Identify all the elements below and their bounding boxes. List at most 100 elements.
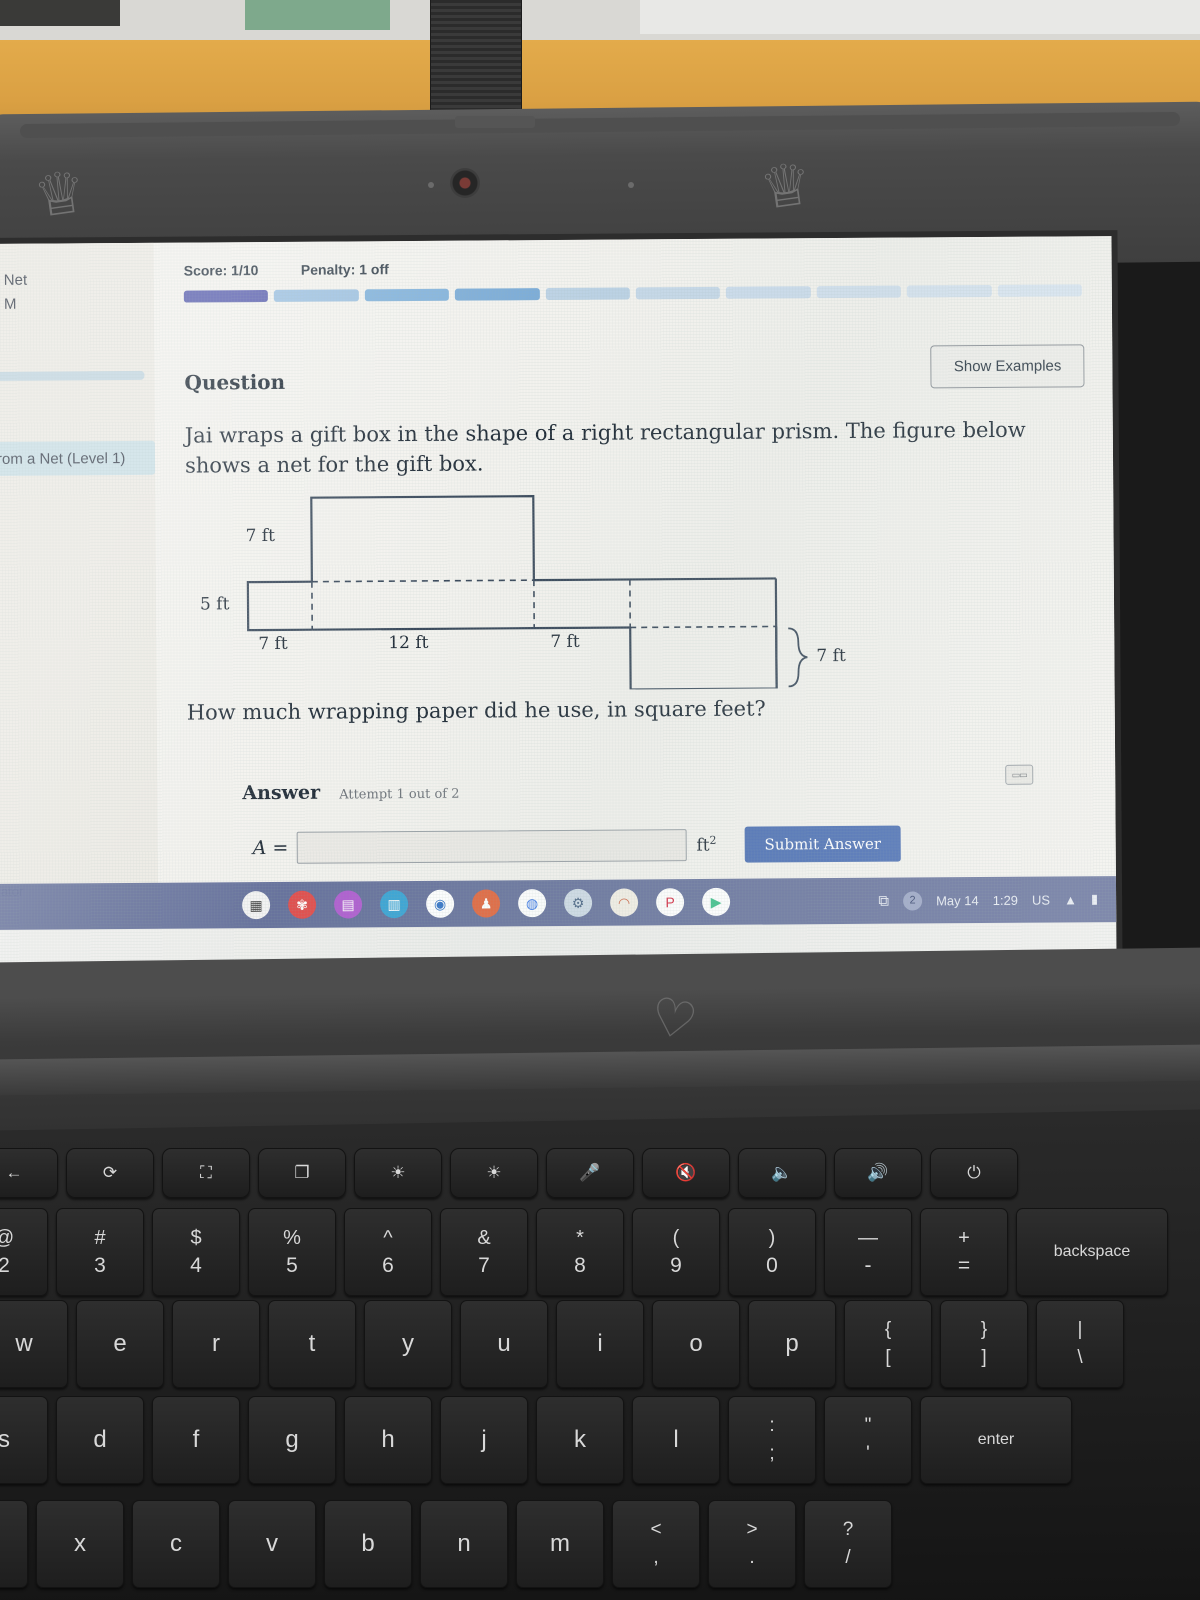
key-y[interactable]: y xyxy=(364,1300,452,1388)
brightness-down-key[interactable]: ☀ xyxy=(354,1148,442,1198)
key-5[interactable]: % 5 xyxy=(248,1208,336,1296)
chrome-icon[interactable]: ◍ xyxy=(518,889,547,918)
key-f[interactable]: f xyxy=(152,1396,240,1484)
tray-locale[interactable]: US xyxy=(1032,892,1050,907)
progress-segment-9 xyxy=(907,284,992,298)
key-g[interactable]: g xyxy=(248,1396,336,1484)
camera-app-icon[interactable]: ◉ xyxy=(426,889,455,918)
progress-segment-5 xyxy=(545,287,630,301)
key-3[interactable]: #3 xyxy=(56,1208,144,1296)
key-p[interactable]: p xyxy=(748,1300,836,1388)
app-launcher-icon[interactable]: ▦ xyxy=(242,890,271,920)
wifi-icon[interactable]: ▲ xyxy=(1064,892,1077,907)
key-i[interactable]: i xyxy=(556,1300,644,1388)
notification-badge[interactable]: 2 xyxy=(902,890,923,911)
score-row: Score: 1/10 Penalty: 1 off xyxy=(184,256,1089,280)
battery-icon[interactable]: ▮ xyxy=(1091,891,1098,907)
net-figure: 7 ft 5 ft 7 ft 12 ft 7 ft 7 ft xyxy=(200,478,876,693)
key-<[interactable]: <, xyxy=(612,1500,700,1588)
power-key[interactable]: ⏻ xyxy=(930,1148,1018,1198)
label-top-flap-height: 7 ft xyxy=(245,525,275,547)
key-s[interactable]: s xyxy=(0,1396,48,1484)
key-7[interactable]: & 7 xyxy=(440,1208,528,1296)
play-store-icon[interactable]: ▶ xyxy=(702,887,731,916)
rainbow-app-icon[interactable]: ◠ xyxy=(610,888,639,917)
show-examples-button[interactable]: Show Examples xyxy=(930,344,1085,389)
volume-up-key[interactable]: 🔊 xyxy=(834,1148,922,1198)
key-k[interactable]: k xyxy=(536,1396,624,1484)
key-semicolon-quote[interactable]: " ' xyxy=(824,1396,912,1484)
key-][interactable]: }] xyxy=(940,1300,1028,1388)
key-v[interactable]: v xyxy=(228,1500,316,1588)
progress-segment-3 xyxy=(364,288,450,302)
answer-input[interactable] xyxy=(296,829,687,864)
laptop-screen: Net M rom a Net (Level 1) lator Score: 1… xyxy=(0,236,1117,964)
key-m[interactable]: m xyxy=(516,1500,604,1588)
key-0[interactable]: ) 0 xyxy=(728,1208,816,1296)
fullscreen-key[interactable]: ⛶ xyxy=(162,1148,250,1198)
key-r[interactable]: r xyxy=(172,1300,260,1388)
sidebar-item-from-a-net-level-1[interactable]: rom a Net (Level 1) xyxy=(0,450,125,468)
backspace-key[interactable]: backspace xyxy=(1016,1208,1168,1296)
key-?[interactable]: ? / xyxy=(804,1500,892,1588)
key-6[interactable]: ^ 6 xyxy=(344,1208,432,1296)
pinterest-icon[interactable]: P xyxy=(656,888,685,917)
mic-mute-key[interactable]: 🎤 xyxy=(546,1148,634,1198)
key-=[interactable]: + = xyxy=(920,1208,1008,1296)
key-4[interactable]: $4 xyxy=(152,1208,240,1296)
system-tray[interactable]: ⧉ 2 May 14 1:29 US ▲ ▮ xyxy=(878,890,1098,911)
key-h[interactable]: h xyxy=(344,1396,432,1484)
brightness-up-key[interactable]: ☀ xyxy=(450,1148,538,1198)
key-t[interactable]: t xyxy=(268,1300,356,1388)
key-x[interactable]: x xyxy=(36,1500,124,1588)
key-o[interactable]: o xyxy=(652,1300,740,1388)
classroom-app-icon[interactable]: ▥ xyxy=(380,890,409,919)
shelf-app-list: ▦ ✾ ▤ ▥ ◉ ♟ ◍ ⚙ ◠ P ▶ xyxy=(242,887,731,920)
tray-time[interactable]: 1:29 xyxy=(993,892,1018,907)
key-2[interactable]: @2 xyxy=(0,1208,48,1296)
key-d[interactable]: d xyxy=(56,1396,144,1484)
key-e[interactable]: e xyxy=(76,1300,164,1388)
sidebar-divider xyxy=(0,370,145,382)
sidebar: Net M rom a Net (Level 1) lator xyxy=(0,242,159,930)
microphone-hole-left xyxy=(428,182,434,188)
reload-key[interactable]: ⟳ xyxy=(66,1148,154,1198)
volume-mute-key[interactable]: 🔇 xyxy=(642,1148,730,1198)
tray-date[interactable]: May 14 xyxy=(936,893,979,908)
keyboard-icon[interactable]: ▭▭ xyxy=(1005,764,1034,785)
key-[[interactable]: {[ xyxy=(844,1300,932,1388)
sidebar-item-net[interactable]: Net xyxy=(4,272,27,289)
answer-row: A = ft2 Submit Answer xyxy=(252,825,902,867)
key-z[interactable]: z xyxy=(0,1500,28,1588)
key-8[interactable]: * 8 xyxy=(536,1208,624,1296)
enter-key[interactable]: enter xyxy=(920,1396,1072,1484)
letter-key-row-1: w e r t y u i o p{[}] | \ xyxy=(0,1300,1124,1388)
slides-app-icon[interactable]: ▤ xyxy=(334,890,363,919)
screen-cast-icon[interactable]: ⧉ xyxy=(878,892,889,909)
answer-label: Answer xyxy=(242,781,321,805)
key-9[interactable]: (9 xyxy=(632,1208,720,1296)
volume-down-key[interactable]: 🔈 xyxy=(738,1148,826,1198)
key-n[interactable]: n xyxy=(420,1500,508,1588)
answer-variable: A = xyxy=(252,836,289,860)
key-\[interactable]: | \ xyxy=(1036,1300,1124,1388)
key--[interactable]: — - xyxy=(824,1208,912,1296)
back-key[interactable]: ← xyxy=(0,1148,58,1198)
settings-gear-icon[interactable]: ⚙ xyxy=(564,888,593,917)
penalty-label: Penalty: 1 off xyxy=(300,261,389,278)
submit-answer-button[interactable]: Submit Answer xyxy=(744,825,902,863)
key-w[interactable]: w xyxy=(0,1300,68,1388)
progress-segment-2 xyxy=(274,289,359,302)
person-app-icon[interactable]: ♟ xyxy=(472,889,501,918)
key-l[interactable]: l xyxy=(632,1396,720,1484)
key-b[interactable]: b xyxy=(324,1500,412,1588)
key-u[interactable]: u xyxy=(460,1300,548,1388)
attempt-label: Attempt 1 out of 2 xyxy=(339,786,460,803)
overview-key[interactable]: ❐ xyxy=(258,1148,346,1198)
art-app-icon[interactable]: ✾ xyxy=(288,890,317,919)
key-c[interactable]: c xyxy=(132,1500,220,1588)
key-j[interactable]: j xyxy=(440,1396,528,1484)
sidebar-item-m[interactable]: M xyxy=(4,296,17,313)
key->[interactable]: >. xyxy=(708,1500,796,1588)
key-semicolon-quote[interactable]: :; xyxy=(728,1396,816,1484)
